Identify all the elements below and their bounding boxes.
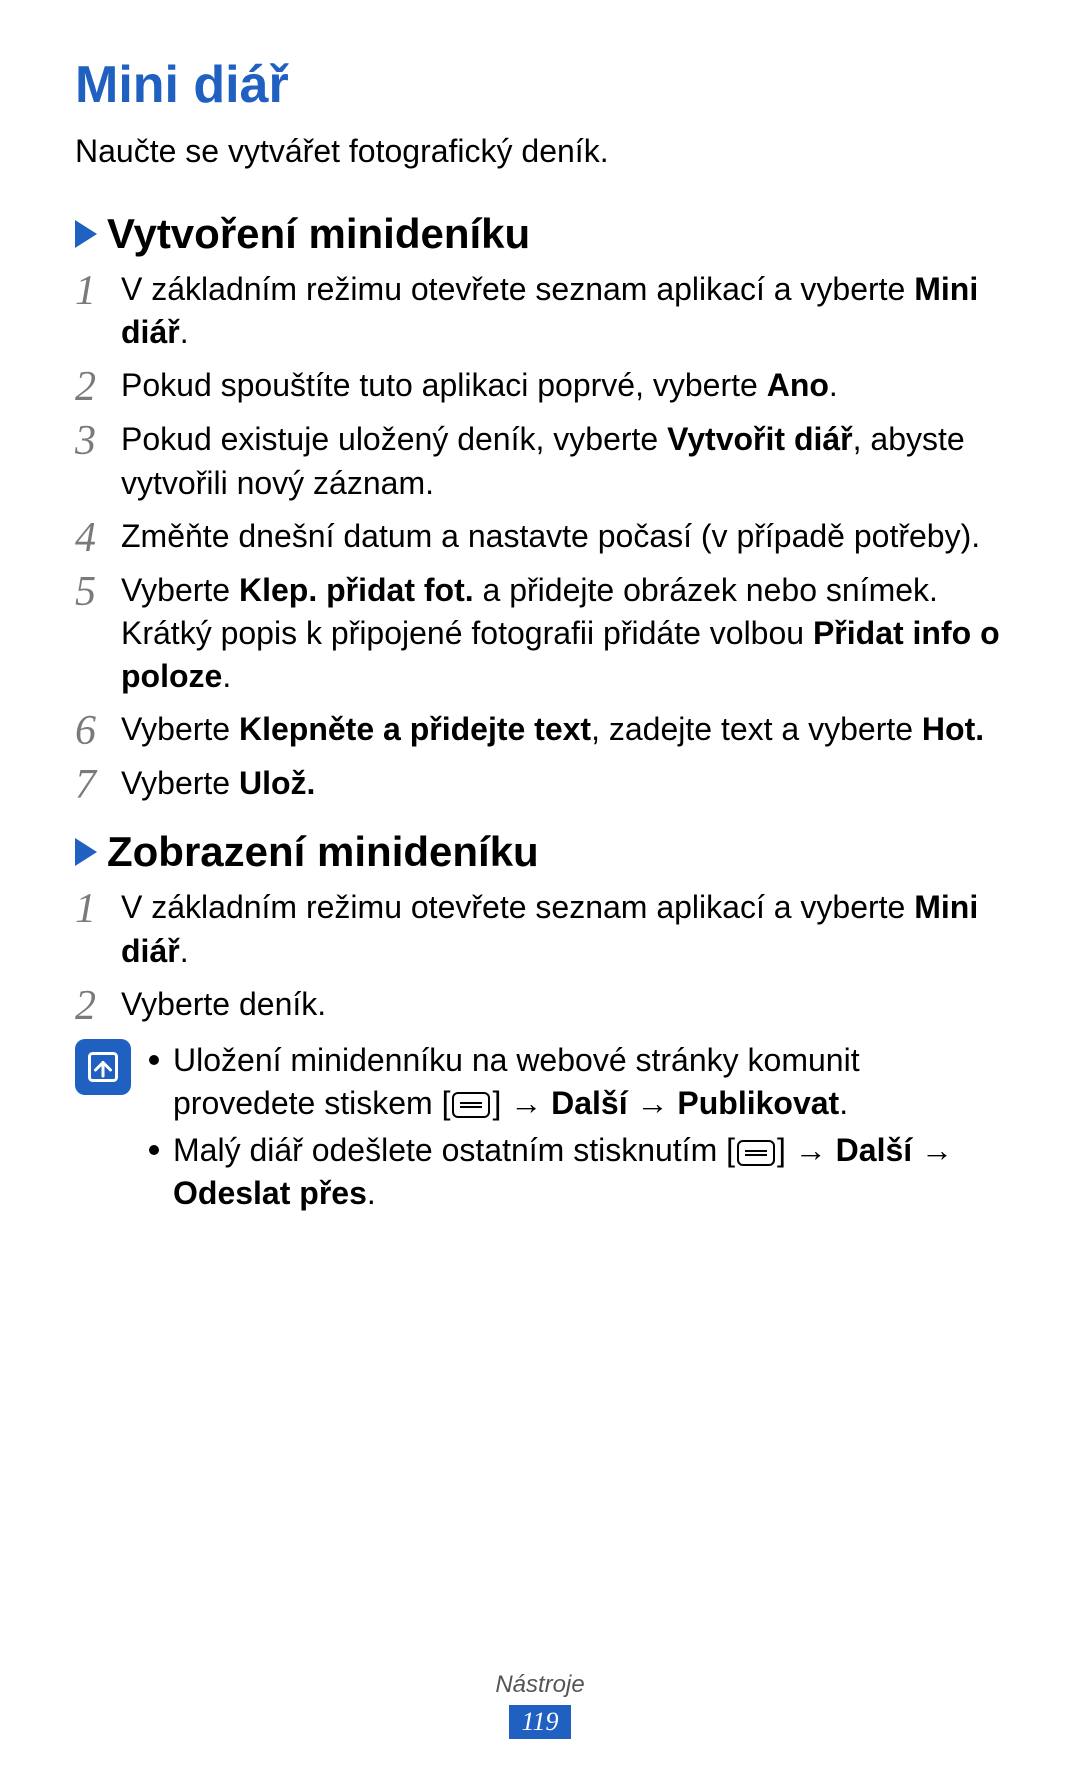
- menu-key-icon: [737, 1140, 775, 1166]
- step-text: V základním režimu otevřete seznam aplik…: [121, 268, 1005, 354]
- step-1: 1 V základním režimu otevřete seznam apl…: [75, 268, 1005, 354]
- step-number: 2: [75, 983, 121, 1027]
- step-text: Vyberte Ulož.: [121, 762, 1005, 805]
- note-bullet-2: Malý diář odešlete ostatním stisknutím […: [149, 1129, 1005, 1215]
- section-heading-view: Zobrazení minideníku: [75, 828, 1005, 876]
- step-number: 1: [75, 268, 121, 312]
- step-number: 3: [75, 418, 121, 462]
- bullet-text: Malý diář odešlete ostatním stisknutím […: [173, 1129, 1005, 1215]
- chevron-right-icon: [75, 838, 97, 866]
- section-heading-create: Vytvoření minideníku: [75, 210, 1005, 258]
- step-number: 7: [75, 762, 121, 806]
- note-block: Uložení minidenníku na webové stránky ko…: [75, 1039, 1005, 1220]
- step-number: 6: [75, 708, 121, 752]
- step-text: Změňte dnešní datum a nastavte počasí (v…: [121, 515, 1005, 558]
- step-text: Pokud existuje uložený deník, vyberte Vy…: [121, 418, 1005, 504]
- section-title: Vytvoření minideníku: [107, 210, 530, 258]
- step-number: 2: [75, 364, 121, 408]
- step-number: 5: [75, 569, 121, 613]
- step-b1: 1 V základním režimu otevřete seznam apl…: [75, 886, 1005, 972]
- bullet-dot-icon: [149, 1055, 159, 1065]
- page-number-badge: 119: [509, 1705, 570, 1739]
- bullet-text: Uložení minidenníku na webové stránky ko…: [173, 1039, 1005, 1125]
- note-icon: [75, 1039, 131, 1095]
- page-footer: Nástroje 119: [0, 1671, 1080, 1739]
- step-2: 2 Pokud spouštíte tuto aplikaci poprvé, …: [75, 364, 1005, 408]
- step-text: V základním režimu otevřete seznam aplik…: [121, 886, 1005, 972]
- step-4: 4 Změňte dnešní datum a nastavte počasí …: [75, 515, 1005, 559]
- step-b2: 2 Vyberte deník.: [75, 983, 1005, 1027]
- page-title: Mini diář: [75, 55, 1005, 115]
- note-body: Uložení minidenníku na webové stránky ko…: [149, 1039, 1005, 1220]
- intro-text: Naučte se vytvářet fotografický deník.: [75, 133, 1005, 170]
- step-3: 3 Pokud existuje uložený deník, vyberte …: [75, 418, 1005, 504]
- step-number: 4: [75, 515, 121, 559]
- section-title: Zobrazení minideníku: [107, 828, 539, 876]
- menu-key-icon: [452, 1092, 490, 1118]
- step-7: 7 Vyberte Ulož.: [75, 762, 1005, 806]
- step-text: Vyberte Klepněte a přidejte text, zadejt…: [121, 708, 1005, 751]
- step-5: 5 Vyberte Klep. přidat fot. a přidejte o…: [75, 569, 1005, 699]
- step-text: Vyberte deník.: [121, 983, 1005, 1026]
- step-number: 1: [75, 886, 121, 930]
- note-bullet-1: Uložení minidenníku na webové stránky ko…: [149, 1039, 1005, 1125]
- footer-section-label: Nástroje: [0, 1671, 1080, 1699]
- step-text: Vyberte Klep. přidat fot. a přidejte obr…: [121, 569, 1005, 699]
- chevron-right-icon: [75, 220, 97, 248]
- step-text: Pokud spouštíte tuto aplikaci poprvé, vy…: [121, 364, 1005, 407]
- step-6: 6 Vyberte Klepněte a přidejte text, zade…: [75, 708, 1005, 752]
- bullet-dot-icon: [149, 1145, 159, 1155]
